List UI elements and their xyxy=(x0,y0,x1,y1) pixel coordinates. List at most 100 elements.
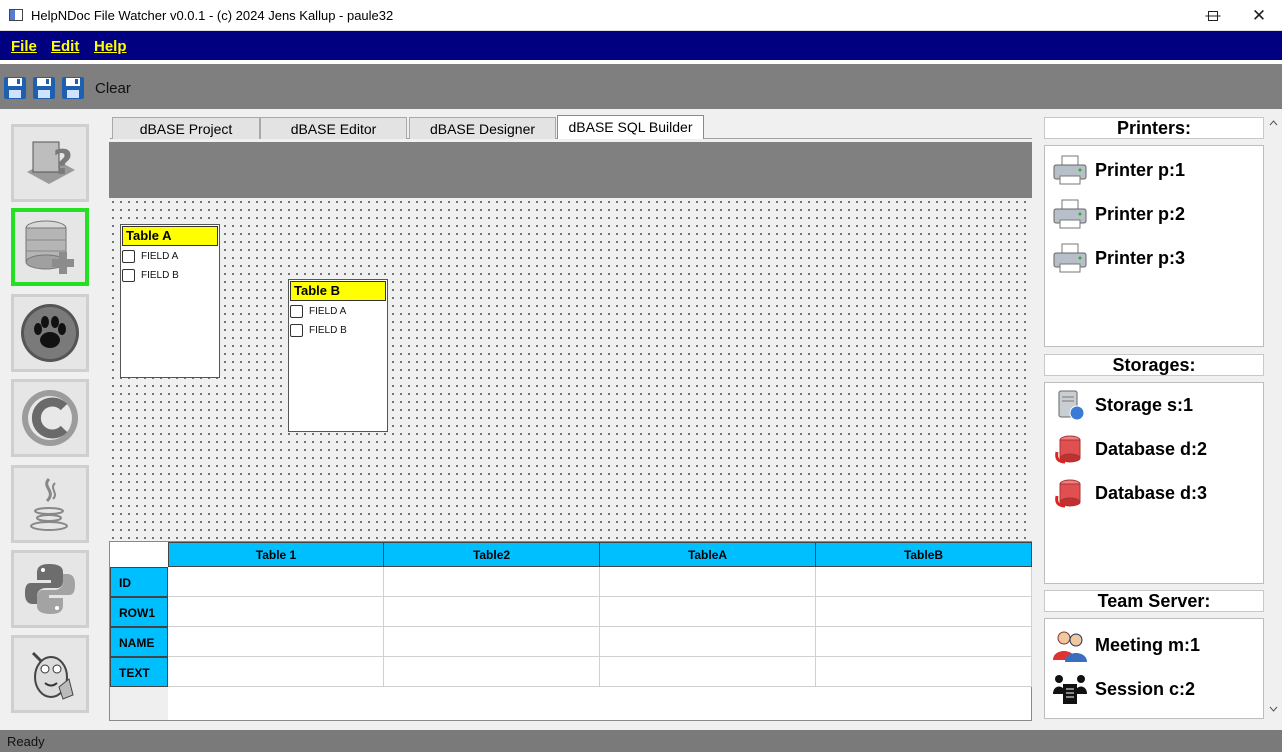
database-add-icon xyxy=(25,220,74,274)
tab-dbase-project[interactable]: dBASE Project xyxy=(112,117,260,139)
checkbox[interactable] xyxy=(290,324,303,337)
svg-text:?: ? xyxy=(53,143,73,183)
c-language-icon xyxy=(22,390,78,446)
table-b-header[interactable]: Table B xyxy=(290,281,386,301)
minimize-button-area[interactable] xyxy=(1144,0,1190,31)
sql-query-panel[interactable] xyxy=(109,142,1032,198)
scroll-down-icon[interactable] xyxy=(1269,706,1278,712)
sidebar-button-help[interactable]: ? xyxy=(11,124,89,202)
lisp-alien-icon xyxy=(31,651,74,700)
storage-item[interactable]: Database d:3 xyxy=(1045,471,1263,515)
menu-file[interactable]: File xyxy=(11,38,37,55)
close-button[interactable]: ✕ xyxy=(1236,0,1282,31)
query-grid[interactable]: Table 1 Table2 TableA TableB ID ROW1 NAM… xyxy=(109,541,1032,721)
window-title: HelpNDoc File Watcher v0.0.1 - (c) 2024 … xyxy=(31,8,394,23)
grid-cell[interactable] xyxy=(816,567,1032,597)
printer-item[interactable]: Printer p:2 xyxy=(1045,192,1263,236)
sidebar-button-database[interactable] xyxy=(11,208,89,286)
printer-label: Printer p:3 xyxy=(1095,247,1186,268)
session-icon xyxy=(1053,675,1087,704)
vertical-scrollbar[interactable] xyxy=(1265,113,1282,719)
floppy-disk-icon[interactable] xyxy=(61,76,85,100)
grid-cell[interactable] xyxy=(384,567,600,597)
grid-cell[interactable] xyxy=(168,597,384,627)
table-a-box[interactable]: Table A FIELD A FIELD B xyxy=(120,224,220,378)
checkbox[interactable] xyxy=(122,250,135,263)
clear-button[interactable]: Clear xyxy=(95,80,131,97)
table-a-field-a[interactable]: FIELD A xyxy=(121,247,219,266)
scroll-up-icon[interactable] xyxy=(1269,120,1278,126)
printer-label: Printer p:2 xyxy=(1095,203,1186,224)
menu-bar: File Edit Help xyxy=(0,31,1282,60)
storage-label: Database d:3 xyxy=(1095,482,1208,503)
team-item[interactable]: Meeting m:1 xyxy=(1045,623,1263,667)
grid-cell[interactable] xyxy=(816,657,1032,687)
table-b-box[interactable]: Table B FIELD A FIELD B xyxy=(288,279,388,432)
table-a-field-b[interactable]: FIELD B xyxy=(121,266,219,285)
menu-edit[interactable]: Edit xyxy=(51,38,79,55)
grid-cell[interactable] xyxy=(168,657,384,687)
storages-list: Storage s:1 Database d:2 Database d:3 xyxy=(1044,382,1264,584)
tab-dbase-editor[interactable]: dBASE Editor xyxy=(260,117,407,139)
team-server-list: Meeting m:1 Session c:2 xyxy=(1044,618,1264,719)
app-icon xyxy=(9,9,23,21)
grid-cell[interactable] xyxy=(600,627,816,657)
team-label: Session c:2 xyxy=(1095,678,1196,699)
grid-cell[interactable] xyxy=(384,627,600,657)
storage-label: Database d:2 xyxy=(1095,438,1208,459)
java-icon xyxy=(30,477,68,531)
grid-cell[interactable] xyxy=(816,627,1032,657)
team-item[interactable]: Session c:2 xyxy=(1045,667,1263,711)
printer-icon xyxy=(1053,199,1087,229)
grid-row-header[interactable]: ROW1 xyxy=(110,597,168,627)
printer-label: Printer p:1 xyxy=(1095,159,1186,180)
grid-cell[interactable] xyxy=(168,627,384,657)
grid-row-header[interactable]: NAME xyxy=(110,627,168,657)
field-label: FIELD A xyxy=(309,306,347,317)
database-icon xyxy=(1055,479,1081,508)
grid-row-header[interactable]: TEXT xyxy=(110,657,168,687)
sidebar-button-java[interactable] xyxy=(11,465,89,543)
checkbox[interactable] xyxy=(122,269,135,282)
grid-cell[interactable] xyxy=(384,597,600,627)
tab-dbase-designer[interactable]: dBASE Designer xyxy=(409,117,556,139)
grid-cell[interactable] xyxy=(168,567,384,597)
grid-cell[interactable] xyxy=(816,597,1032,627)
storage-label: Storage s:1 xyxy=(1095,394,1194,415)
storage-item[interactable]: Storage s:1 xyxy=(1045,383,1263,427)
grid-column-header[interactable]: Table 1 xyxy=(168,542,384,567)
sidebar-button-lisp[interactable] xyxy=(11,635,89,713)
paw-icon xyxy=(21,304,79,362)
storage-item[interactable]: Database d:2 xyxy=(1045,427,1263,471)
close-icon: ✕ xyxy=(1251,5,1267,25)
title-bar[interactable]: HelpNDoc File Watcher v0.0.1 - (c) 2024 … xyxy=(0,0,1282,31)
grid-column-header[interactable]: TableA xyxy=(599,542,816,567)
floppy-disk-icon[interactable] xyxy=(32,76,56,100)
grid-row-header[interactable]: ID xyxy=(110,567,168,597)
sidebar-button-paw[interactable] xyxy=(11,294,89,372)
right-panel: Printers: Printer p:1 Printer p:2 Printe… xyxy=(1040,113,1282,719)
grid-cell[interactable] xyxy=(600,657,816,687)
table-a-header[interactable]: Table A xyxy=(122,226,218,246)
grid-column-header[interactable]: TableB xyxy=(815,542,1032,567)
grid-cell[interactable] xyxy=(384,657,600,687)
printer-item[interactable]: Printer p:3 xyxy=(1045,236,1263,280)
grid-cell[interactable] xyxy=(600,567,816,597)
sidebar-button-c[interactable] xyxy=(11,379,89,457)
grid-cell[interactable] xyxy=(600,597,816,627)
table-b-field-a[interactable]: FIELD A xyxy=(289,302,387,321)
field-label: FIELD B xyxy=(141,270,179,281)
maximize-button[interactable] xyxy=(1190,0,1236,31)
printer-icon xyxy=(1053,243,1087,273)
printer-icon xyxy=(1053,155,1087,185)
status-bar: Ready xyxy=(0,730,1282,752)
checkbox[interactable] xyxy=(290,305,303,318)
grid-column-header[interactable]: Table2 xyxy=(383,542,600,567)
printer-item[interactable]: Printer p:1 xyxy=(1045,148,1263,192)
sidebar-button-python[interactable] xyxy=(11,550,89,628)
tab-dbase-sql-builder[interactable]: dBASE SQL Builder xyxy=(557,115,704,139)
floppy-disk-icon[interactable] xyxy=(3,76,27,100)
menu-help[interactable]: Help xyxy=(94,38,127,55)
table-b-field-b[interactable]: FIELD B xyxy=(289,321,387,340)
designer-canvas[interactable]: Table A FIELD A FIELD B Table B FIELD A … xyxy=(109,198,1032,540)
